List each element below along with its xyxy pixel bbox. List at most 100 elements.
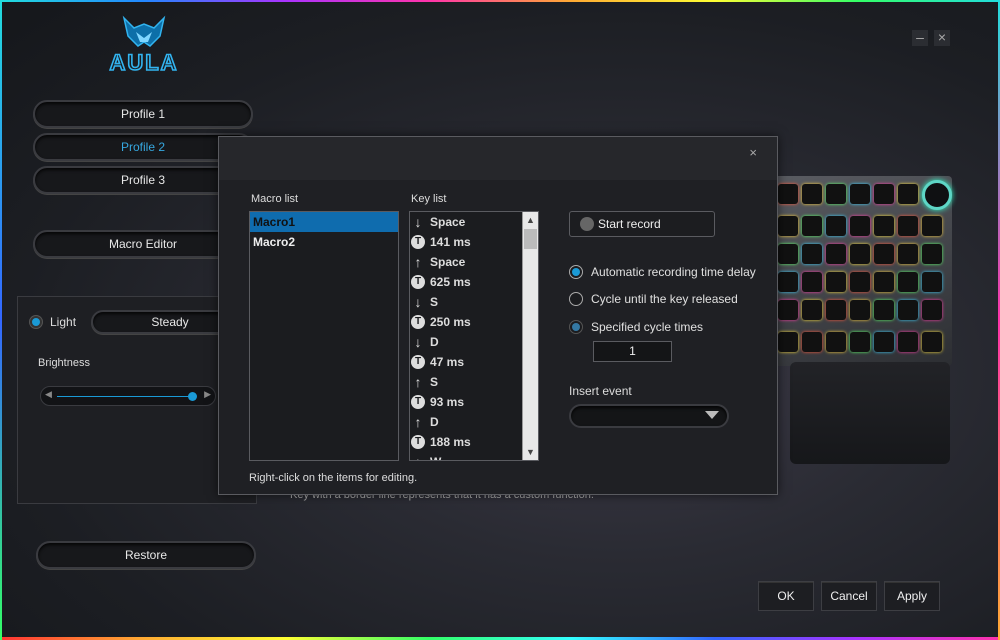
logo-text: AULA xyxy=(109,50,178,74)
keyboard-key-icon xyxy=(898,272,918,292)
key-event-text: D xyxy=(430,415,439,429)
cycle-times-input[interactable]: 1 xyxy=(593,341,672,362)
keyboard-key-icon xyxy=(850,272,870,292)
key-event-row[interactable]: ↑ Space xyxy=(410,252,538,272)
insert-event-label: Insert event xyxy=(569,384,632,398)
scroll-down-icon[interactable]: ▼ xyxy=(523,444,538,460)
key-event-row[interactable]: T 93 ms xyxy=(410,392,538,412)
keyboard-key-icon xyxy=(826,244,846,264)
key-event-row[interactable]: T 250 ms xyxy=(410,312,538,332)
keyboard-key-icon xyxy=(850,184,870,204)
slider-thumb[interactable] xyxy=(188,392,197,401)
key-event-text: W xyxy=(430,452,441,460)
slider-left-arrow-icon[interactable]: ◀ xyxy=(45,389,52,400)
keyboard-key-icon xyxy=(850,300,870,320)
cycle-until-released-radio[interactable] xyxy=(569,292,583,306)
delay-icon: T xyxy=(411,395,425,409)
start-record-label: Start record xyxy=(598,217,661,231)
key-event-row[interactable]: T 47 ms xyxy=(410,352,538,372)
light-radio[interactable] xyxy=(30,316,42,328)
keyboard-key-icon xyxy=(922,216,942,236)
delay-icon: T xyxy=(411,355,425,369)
arrow-up-icon: ↑ xyxy=(414,254,422,270)
auto-delay-radio[interactable] xyxy=(569,265,583,279)
keyboard-key-icon xyxy=(778,300,798,320)
arrow-down-icon: ↓ xyxy=(410,452,426,460)
keyboard-key-icon xyxy=(778,332,798,352)
key-event-row[interactable]: T 188 ms xyxy=(410,432,538,452)
keyboard-key-icon xyxy=(850,244,870,264)
key-list[interactable]: ↓ Space T 141 ms ↑ Space T 625 ms ↓ S T 250 ms ↓ D T 47… xyxy=(409,211,539,461)
keyboard-key-icon xyxy=(898,216,918,236)
brightness-label: Brightness xyxy=(38,357,90,369)
keyboard-key-icon xyxy=(802,244,822,264)
key-event-row[interactable]: ↓ Space xyxy=(410,212,538,232)
keyboard-key-icon xyxy=(778,244,798,264)
rgb-border-top xyxy=(0,0,1000,2)
minimize-button[interactable]: – xyxy=(912,30,928,46)
macro-item[interactable]: Macro2 xyxy=(250,232,398,252)
keyboard-key-icon xyxy=(826,272,846,292)
arrow-down-icon: ↓ xyxy=(414,294,422,310)
keyboard-key-icon xyxy=(922,272,942,292)
window-close-button[interactable]: × xyxy=(934,30,950,46)
profile-1-button[interactable]: Profile 1 xyxy=(33,100,253,128)
key-event-row[interactable]: ↓ D xyxy=(410,332,538,352)
key-event-row[interactable]: T 625 ms xyxy=(410,272,538,292)
keyboard-key-icon xyxy=(874,216,894,236)
restore-button[interactable]: Restore xyxy=(36,541,256,569)
aula-logo: AULA xyxy=(94,12,194,76)
key-event-text: 625 ms xyxy=(430,275,471,289)
keyboard-key-icon xyxy=(826,332,846,352)
delay-icon: T xyxy=(411,435,425,449)
macro-item[interactable]: Macro1 xyxy=(250,212,398,232)
macro-list-label: Macro list xyxy=(251,193,299,205)
auto-delay-label: Automatic recording time delay xyxy=(591,265,756,279)
keyboard-key-icon xyxy=(874,184,894,204)
key-event-row[interactable]: ↓W xyxy=(410,452,538,460)
key-event-text: Space xyxy=(430,215,466,229)
insert-event-select[interactable] xyxy=(569,404,729,428)
key-event-text: 47 ms xyxy=(430,355,465,369)
macro-list[interactable]: Macro1 Macro2 xyxy=(249,211,399,461)
key-event-row[interactable]: T 141 ms xyxy=(410,232,538,252)
keyboard-key-icon xyxy=(874,244,894,264)
keyboard-key-icon xyxy=(802,300,822,320)
arrow-down-icon: ↓ xyxy=(414,334,422,350)
cancel-button[interactable]: Cancel xyxy=(821,581,877,611)
key-event-text: Space xyxy=(430,255,466,269)
key-event-text: S xyxy=(430,375,439,389)
scroll-up-icon[interactable]: ▲ xyxy=(523,212,538,228)
apply-button[interactable]: Apply xyxy=(884,581,940,611)
key-event-text: 250 ms xyxy=(430,315,471,329)
slider-right-arrow-icon[interactable]: ▶ xyxy=(204,389,211,400)
arrow-up-icon: ↑ xyxy=(414,414,422,430)
dialog-close-icon[interactable]: × xyxy=(749,145,757,160)
brightness-slider[interactable]: ◀ ▶ xyxy=(40,386,216,406)
keyboard-key-icon xyxy=(802,272,822,292)
wrist-rest xyxy=(790,362,950,464)
key-event-row[interactable]: ↑ D xyxy=(410,412,538,432)
specified-cycles-label: Specified cycle times xyxy=(591,320,704,334)
keyboard-key-icon xyxy=(850,332,870,352)
keyboard-key-icon xyxy=(826,216,846,236)
key-list-scrollbar[interactable]: ▲ ▼ xyxy=(522,212,538,460)
key-event-row[interactable]: ↑ S xyxy=(410,372,538,392)
scroll-thumb[interactable] xyxy=(524,229,537,249)
start-record-button[interactable]: Start record xyxy=(569,211,715,237)
arrow-down-icon: ↓ xyxy=(414,214,422,230)
ok-button[interactable]: OK xyxy=(758,581,814,611)
cycle-until-released-label: Cycle until the key released xyxy=(591,292,738,306)
keyboard-key-icon xyxy=(898,184,918,204)
specified-cycles-radio[interactable] xyxy=(569,320,583,334)
slider-track xyxy=(57,396,193,397)
volume-knob-icon xyxy=(922,180,952,210)
macro-editor-dialog: × Macro list Macro1 Macro2 Key list ↓ Spa… xyxy=(218,136,778,495)
keyboard-key-icon xyxy=(802,216,822,236)
key-event-row[interactable]: ↓ S xyxy=(410,292,538,312)
chevron-down-icon xyxy=(705,411,719,419)
delay-icon: T xyxy=(411,315,425,329)
keyboard-key-icon xyxy=(922,332,942,352)
keyboard-key-icon xyxy=(922,300,942,320)
keyboard-key-icon xyxy=(802,184,822,204)
